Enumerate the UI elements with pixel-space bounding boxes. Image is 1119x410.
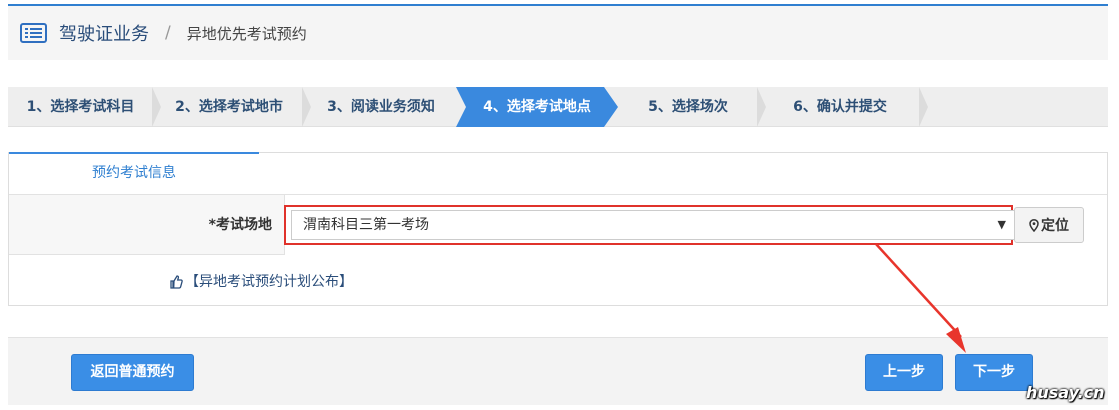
exam-site-label: *考试场地	[208, 217, 272, 233]
step-4-active[interactable]: 4、选择考试地点	[456, 87, 618, 127]
map-pin-icon	[1029, 218, 1039, 232]
step-label: 4、选择考试地点	[483, 99, 591, 115]
list-icon	[20, 23, 47, 43]
step-label: 3、阅读业务须知	[327, 99, 435, 115]
step-wizard: 1、选择考试科目 2、选择考试地市 3、阅读业务须知 4、选择考试地点 5、选择…	[8, 87, 1108, 127]
step-label: 6、确认并提交	[793, 99, 887, 115]
back-to-normal-button[interactable]: 返回普通预约	[71, 354, 194, 391]
previous-step-button[interactable]: 上一步	[865, 354, 943, 391]
locate-button[interactable]: 定位	[1014, 207, 1084, 243]
step-6[interactable]: 6、确认并提交	[760, 87, 928, 127]
action-bar: 返回普通预约 上一步 下一步	[8, 337, 1108, 405]
page-title: 驾驶证业务	[59, 24, 149, 45]
plan-link-text: 【异地考试预约计划公布】	[185, 274, 353, 290]
step-label: 1、选择考试科目	[26, 99, 135, 115]
exam-site-select[interactable]: 渭南科目三第一考场 ▼	[291, 210, 1015, 240]
step-2[interactable]: 2、选择考试地市	[155, 87, 311, 127]
tab-exam-info[interactable]: 预约考试信息	[9, 152, 259, 194]
step-label: 2、选择考试地市	[175, 99, 283, 115]
step-divider	[919, 87, 928, 127]
exam-site-select-value: 渭南科目三第一考场	[303, 217, 429, 233]
breadcrumb-current: 异地优先考试预约	[186, 24, 307, 43]
step-label: 5、选择场次	[648, 99, 728, 115]
step-1[interactable]: 1、选择考试科目	[8, 87, 161, 127]
locate-label: 定位	[1041, 218, 1069, 234]
step-3[interactable]: 3、阅读业务须知	[305, 87, 457, 127]
step-5[interactable]: 5、选择场次	[618, 87, 766, 127]
plan-announcement-link[interactable]: 【异地考试预约计划公布】	[169, 272, 353, 292]
next-step-button[interactable]: 下一步	[955, 354, 1033, 391]
breadcrumb-separator: /	[165, 23, 171, 43]
page-header: 驾驶证业务 / 异地优先考试预约	[8, 4, 1108, 60]
chevron-down-icon: ▼	[997, 218, 1006, 231]
watermark-text: husay.cn	[1026, 383, 1105, 402]
hand-pointing-icon	[170, 275, 183, 289]
